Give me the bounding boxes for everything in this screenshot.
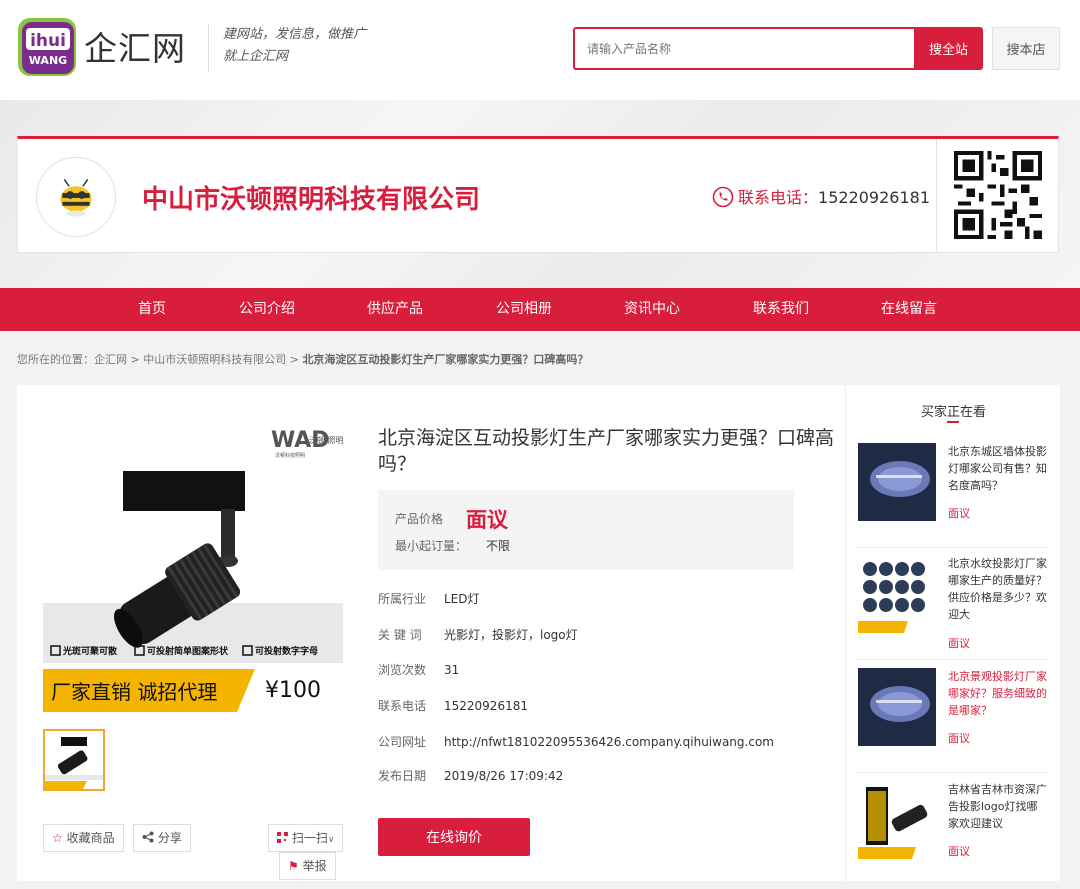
collect-button[interactable]: ☆ 收藏商品 <box>43 824 124 852</box>
sidebar-title: 买家正在看 <box>920 405 986 420</box>
nav-item-home[interactable]: 首页 <box>102 288 202 331</box>
company-phone: 联系电话：15220926181 <box>712 184 930 208</box>
chevron-down-icon: ∨ <box>327 835 335 845</box>
breadcrumb-site[interactable]: 企汇网 <box>94 353 127 366</box>
moq-label: 最小起订量： <box>395 539 468 553</box>
sidebar-item-text: 北京东城区墙体投影灯哪家公司有售？知名度高吗？ <box>948 445 1047 492</box>
sidebar-item-price: 面议 <box>948 507 970 520</box>
breadcrumb-sep: > <box>286 353 303 366</box>
company-name: 中山市沃顿照明科技有限公司 <box>142 185 481 215</box>
nav-item-message[interactable]: 在线留言 <box>859 288 959 331</box>
sidebar: 买家正在看 北京东城区墙体投影灯哪家公司有售？知名度高吗？ 面议 北京水纹投影灯… <box>845 385 1060 881</box>
search-input[interactable] <box>573 27 915 70</box>
feature-3: 可投射数字字母 <box>255 645 318 657</box>
info-row-phone: 联系电话 15220926181 <box>378 699 528 713</box>
sidebar-item-image <box>858 443 936 521</box>
nav-item-contact[interactable]: 联系我们 <box>731 288 831 331</box>
sidebar-item-image <box>858 668 936 746</box>
qr-box <box>936 139 1059 253</box>
scan-button[interactable]: 扫一扫∨ <box>268 824 344 852</box>
top-bar: ihui WANG 企汇网 建网站，发信息，做推广 就上企汇网 搜全站 搜本店 <box>0 0 1080 100</box>
sidebar-item-image <box>858 781 936 859</box>
report-label: 举报 <box>302 859 327 873</box>
moq-value: 不限 <box>486 539 511 553</box>
inquiry-button[interactable]: 在线询价 <box>378 818 530 856</box>
sidebar-item-price: 面议 <box>948 637 970 650</box>
logo-text[interactable]: 企汇网 <box>84 22 186 70</box>
share-button[interactable]: 分享 <box>133 824 191 852</box>
search-store-button[interactable]: 搜本店 <box>992 27 1060 70</box>
flag-icon: ⚑ <box>288 859 299 873</box>
sidebar-item[interactable]: 北京景观投影灯厂家哪家好？服务细致的是哪家？ 面议 <box>858 668 1048 773</box>
info-row-industry: 所属行业 LED灯 <box>378 592 480 606</box>
logo-badge-top: ihui <box>30 31 66 51</box>
main-nav: 首页 公司介绍 供应产品 公司相册 资讯中心 联系我们 在线留言 <box>0 288 1080 331</box>
breadcrumb: 您所在的位置：企汇网 > 中山市沃顿照明科技有限公司 > 北京海淀区互动投影灯生… <box>17 351 588 367</box>
slogan: 建网站，发信息，做推广 就上企汇网 <box>208 24 366 72</box>
sidebar-item-text: 吉林省吉林市资深广告投影logo灯找哪家欢迎建议 <box>948 783 1047 830</box>
sidebar-title-underline <box>947 421 959 423</box>
info-row-views: 浏览次数 31 <box>378 663 460 677</box>
banner-price: ¥100 <box>265 678 321 703</box>
company-avatar <box>36 157 116 237</box>
company-card: 中山市沃顿照明科技有限公司 联系电话：15220926181 <box>17 136 1059 253</box>
breadcrumb-company[interactable]: 中山市沃顿照明科技有限公司 <box>143 353 286 366</box>
product-thumbnail[interactable] <box>43 729 105 791</box>
sidebar-item-image <box>858 555 936 633</box>
nav-item-album[interactable]: 公司相册 <box>474 288 574 331</box>
sidebar-item-text: 北京水纹投影灯厂家哪家生产的质量好？供应价格是多少？欢迎大 <box>948 557 1047 621</box>
phone-number: 15220926181 <box>818 188 930 207</box>
sidebar-item[interactable]: 北京东城区墙体投影灯哪家公司有售？知名度高吗？ 面议 <box>858 443 1048 548</box>
nav-item-products[interactable]: 供应产品 <box>345 288 445 331</box>
feature-2: 可投射简单图案形状 <box>147 645 229 657</box>
share-icon <box>142 831 154 843</box>
sidebar-item-text: 北京景观投影灯厂家哪家好？服务细致的是哪家？ <box>948 670 1047 717</box>
sidebar-item-price: 面议 <box>948 732 970 745</box>
info-row-keywords: 关 键 词光影灯，投影灯，logo灯 <box>378 628 578 642</box>
star-icon: ☆ <box>52 831 63 845</box>
qr-code <box>954 151 1042 239</box>
phone-label: 联系电话： <box>738 188 819 207</box>
nav-item-about[interactable]: 公司介绍 <box>217 288 317 331</box>
ihuiwang-logo[interactable]: ihui WANG <box>16 16 78 78</box>
price-box: 产品价格 面议 最小起订量： 不限 <box>378 490 794 570</box>
search-all-button[interactable]: 搜全站 <box>914 27 983 70</box>
phone-icon <box>712 186 734 208</box>
breadcrumb-current: 北京海淀区互动投影灯生产厂家哪家实力更强？口碑高吗？ <box>302 353 589 366</box>
breadcrumb-prefix: 您所在的位置： <box>17 353 94 366</box>
sidebar-item[interactable]: 吉林省吉林市资深广告投影logo灯找哪家欢迎建议 面议 <box>858 781 1048 881</box>
website-link[interactable]: http://nfwt181022095536426.company.qihui… <box>444 735 774 749</box>
slogan-line-2: 就上企汇网 <box>223 49 289 64</box>
scan-label: 扫一扫 <box>291 831 328 845</box>
product-panel: WAD 沃顿 照明 沃顿科技照明 光斑可聚可散 可投射简单图案形状 可投射数字字… <box>17 385 845 881</box>
feature-1: 光斑可聚可散 <box>62 645 118 657</box>
slogan-line-1: 建网站，发信息，做推广 <box>223 27 367 42</box>
report-button[interactable]: ⚑ 举报 <box>279 852 336 880</box>
info-row-date: 发布日期 2019/8/26 17:09:42 <box>378 769 564 783</box>
brand-logo-sub: 沃顿科技照明 <box>275 452 305 459</box>
qr-small-icon <box>277 832 288 843</box>
brand-logo-cn: 沃顿 照明 <box>309 435 343 445</box>
sidebar-item[interactable]: 北京水纹投影灯厂家哪家生产的质量好？供应价格是多少？欢迎大 面议 <box>858 555 1048 660</box>
sidebar-item-price: 面议 <box>948 845 970 858</box>
breadcrumb-sep: > <box>127 353 144 366</box>
info-row-website: 公司网址 http://nfwt181022095536426.company.q… <box>378 735 774 749</box>
banner-text: 厂家直销 诚招代理 <box>51 680 217 704</box>
product-image[interactable]: WAD 沃顿 照明 沃顿科技照明 光斑可聚可散 可投射简单图案形状 可投射数字字… <box>43 413 343 713</box>
collect-label: 收藏商品 <box>66 831 115 845</box>
logo-badge-bottom: WANG <box>29 54 67 67</box>
share-label: 分享 <box>157 831 182 845</box>
price-value: 面议 <box>466 508 508 532</box>
product-title: 北京海淀区互动投影灯生产厂家哪家实力更强？口碑高吗？ <box>378 427 835 475</box>
nav-item-news[interactable]: 资讯中心 <box>602 288 702 331</box>
price-label: 产品价格 <box>395 512 444 526</box>
